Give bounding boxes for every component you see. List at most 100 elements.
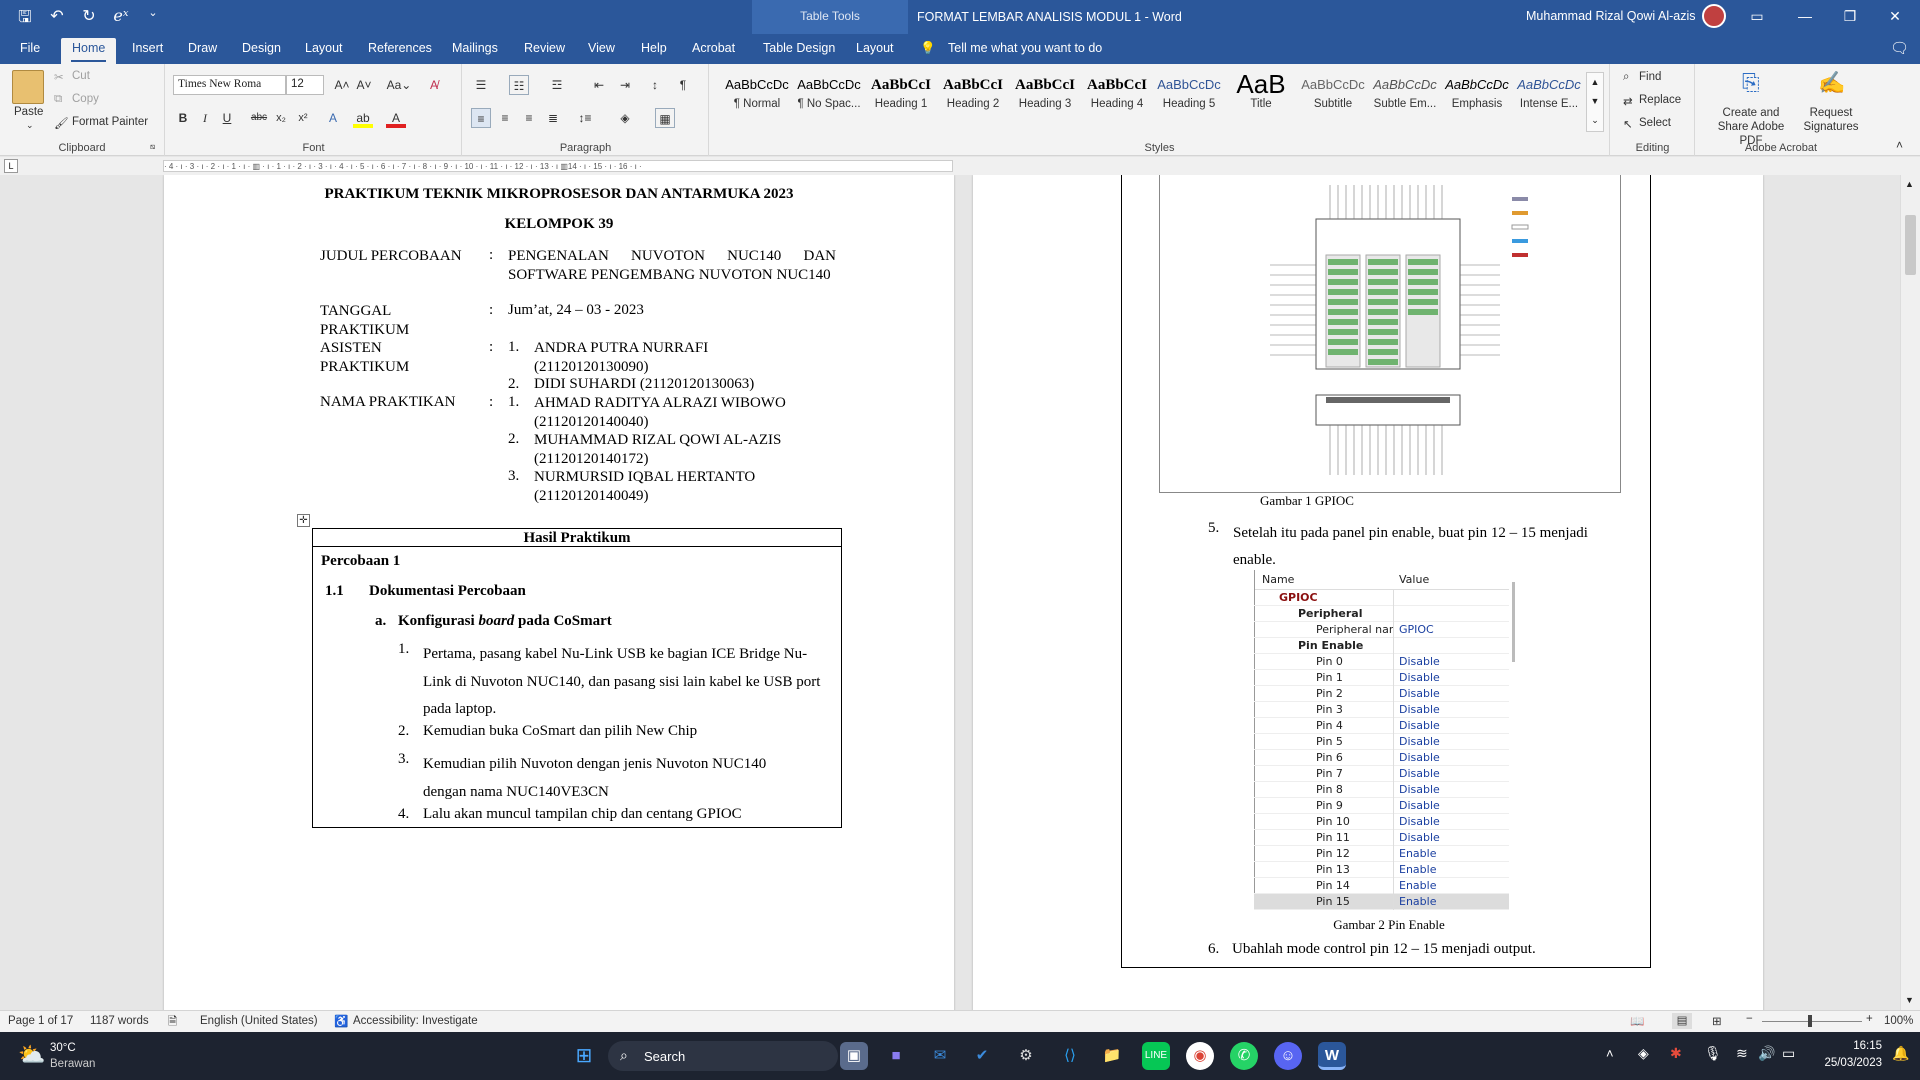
print-layout-icon[interactable]: ▤: [1672, 1013, 1692, 1029]
table-move-handle-icon[interactable]: ✛: [297, 514, 310, 527]
paste-button[interactable]: Paste: [14, 106, 43, 118]
replace-icon[interactable]: ⇄: [1623, 94, 1633, 108]
read-mode-icon[interactable]: 📖: [1630, 1014, 1644, 1028]
customize-icon[interactable]: ⌄: [142, 6, 164, 33]
style-no-spacing[interactable]: AaBbCcDc ¶ No Spac...: [794, 72, 864, 124]
dialog-launcher-icon[interactable]: ⧅: [150, 142, 155, 152]
style-heading-2[interactable]: AaBbCcI Heading 2: [938, 72, 1008, 124]
pin-value[interactable]: Disable: [1399, 798, 1440, 813]
align-left-icon[interactable]: ≡: [471, 108, 491, 128]
weather-icon[interactable]: ⛅: [18, 1042, 45, 1068]
align-center-icon[interactable]: ≡: [495, 108, 515, 128]
pin-value[interactable]: Disable: [1399, 718, 1440, 733]
collapse-ribbon-icon[interactable]: ˄: [1896, 138, 1903, 152]
wifi-icon[interactable]: ≋: [1736, 1045, 1748, 1062]
ribbon-display-icon[interactable]: ▭: [1742, 4, 1772, 28]
justify-icon[interactable]: ≣: [543, 108, 563, 128]
bullets-icon[interactable]: ☰: [471, 75, 491, 95]
page-count[interactable]: Page 1 of 17: [8, 1015, 73, 1027]
pin-value[interactable]: Disable: [1399, 670, 1440, 685]
pin-value[interactable]: Enable: [1399, 846, 1436, 861]
horizontal-ruler[interactable]: · 4 · ı · 3 · ı · 2 · ı · 1 · ı · ▥ · ı …: [163, 160, 953, 172]
task-view-icon[interactable]: ▣: [840, 1042, 868, 1070]
taskbar-search[interactable]: ⌕ Search: [608, 1041, 838, 1071]
style-title[interactable]: AaB Title: [1226, 72, 1296, 124]
font-size-combo[interactable]: 12: [286, 75, 324, 95]
clear-formatting-icon[interactable]: A̸: [424, 75, 444, 95]
pin-value[interactable]: Disable: [1399, 750, 1440, 765]
minimize-icon[interactable]: —: [1790, 4, 1820, 28]
accessibility-icon[interactable]: ♿: [334, 1014, 348, 1028]
sort-icon[interactable]: ↕: [645, 75, 665, 95]
zoom-slider[interactable]: [1762, 1021, 1862, 1022]
pin-value[interactable]: Enable: [1399, 894, 1436, 909]
tab-home[interactable]: Home: [61, 38, 117, 64]
paste-icon[interactable]: [12, 70, 44, 104]
tab-design[interactable]: Design: [242, 41, 281, 55]
save-icon[interactable]: 🖫: [14, 6, 36, 33]
italic-icon[interactable]: I: [195, 108, 215, 128]
bold-icon[interactable]: B: [173, 108, 193, 128]
language[interactable]: English (United States): [200, 1015, 318, 1027]
borders-icon[interactable]: ▦: [655, 108, 675, 128]
user-name[interactable]: Muhammad Rizal Qowi Al-azis: [1526, 9, 1696, 23]
font-name-combo[interactable]: Times New Roma: [173, 75, 286, 95]
pin-value[interactable]: Disable: [1399, 702, 1440, 717]
style-heading-3[interactable]: AaBbCcI Heading 3: [1010, 72, 1080, 124]
highlight-icon[interactable]: ab: [353, 108, 373, 128]
line-icon[interactable]: LINE: [1142, 1042, 1170, 1070]
decrease-indent-icon[interactable]: ⇤: [589, 75, 609, 95]
tab-insert[interactable]: Insert: [132, 41, 163, 55]
pin-value[interactable]: Disable: [1399, 734, 1440, 749]
tray-color-icon[interactable]: ✱: [1670, 1045, 1682, 1062]
vertical-scrollbar[interactable]: ▲ ▼: [1900, 175, 1920, 1010]
zoom-in-icon[interactable]: +: [1866, 1013, 1873, 1025]
pin-value[interactable]: Enable: [1399, 878, 1436, 893]
clock-time[interactable]: 16:15: [1808, 1040, 1882, 1052]
grow-font-icon[interactable]: A˄: [332, 75, 352, 95]
tab-selector-icon[interactable]: L: [4, 159, 18, 173]
shading-icon[interactable]: ◈: [615, 108, 635, 128]
style-normal[interactable]: AaBbCcDc ¶ Normal: [722, 72, 792, 124]
style-heading-1[interactable]: AaBbCcI Heading 1: [866, 72, 936, 124]
tab-help[interactable]: Help: [641, 41, 667, 55]
numbering-icon[interactable]: ☷: [509, 75, 529, 95]
weather-text[interactable]: Berawan: [50, 1058, 95, 1070]
style-heading-5[interactable]: AaBbCcDc Heading 5: [1154, 72, 1224, 124]
tab-layout[interactable]: Layout: [305, 41, 343, 55]
pin-value[interactable]: Disable: [1399, 766, 1440, 781]
windows-start-icon[interactable]: ⊞: [570, 1042, 598, 1070]
meet-icon[interactable]: ■: [882, 1042, 910, 1070]
tab-mailings[interactable]: Mailings: [452, 41, 498, 55]
request-signatures-icon[interactable]: ✍: [1818, 70, 1845, 96]
style-subtle-emphasis[interactable]: AaBbCcDc Subtle Em...: [1370, 72, 1440, 124]
superscript-icon[interactable]: x²: [293, 108, 313, 128]
tab-acrobat[interactable]: Acrobat: [692, 41, 735, 55]
strikethrough-icon[interactable]: abc: [249, 108, 269, 128]
align-right-icon[interactable]: ≡: [519, 108, 539, 128]
copy-icon[interactable]: ⧉: [54, 93, 62, 106]
show-formatting-icon[interactable]: ¶: [673, 75, 693, 95]
tray-chevron-icon[interactable]: ˄: [1606, 1046, 1614, 1061]
tab-view[interactable]: View: [588, 41, 615, 55]
scrollbar-thumb[interactable]: [1905, 215, 1916, 275]
equation-icon[interactable]: eˣ: [110, 6, 132, 33]
mail-icon[interactable]: ✉: [926, 1042, 954, 1070]
styles-scroll-icon[interactable]: ▲ ▼ ⌄: [1586, 72, 1604, 132]
line-spacing-icon[interactable]: ↕≡: [575, 108, 595, 128]
web-layout-icon[interactable]: ⊞: [1712, 1014, 1722, 1028]
battery-icon[interactable]: ▭: [1782, 1045, 1795, 1062]
accessibility-status[interactable]: Accessibility: Investigate: [353, 1015, 478, 1027]
scroll-down-icon[interactable]: ▼: [1905, 995, 1914, 1005]
format-painter-button[interactable]: Format Painter: [72, 116, 148, 128]
cut-icon[interactable]: ✂: [54, 70, 64, 84]
scroll-up-icon[interactable]: ▲: [1905, 179, 1914, 189]
hasil-praktikum-table[interactable]: Hasil Praktikum Percobaan 1 1.1 Dokument…: [312, 528, 842, 828]
avatar[interactable]: [1702, 4, 1726, 28]
subscript-icon[interactable]: x₂: [271, 108, 291, 128]
style-heading-4[interactable]: AaBbCcI Heading 4: [1082, 72, 1152, 124]
redo-icon[interactable]: ↻: [78, 6, 100, 33]
zoom-level[interactable]: 100%: [1884, 1015, 1913, 1027]
font-color-icon[interactable]: A: [386, 108, 406, 128]
restore-icon[interactable]: ❐: [1835, 4, 1865, 28]
